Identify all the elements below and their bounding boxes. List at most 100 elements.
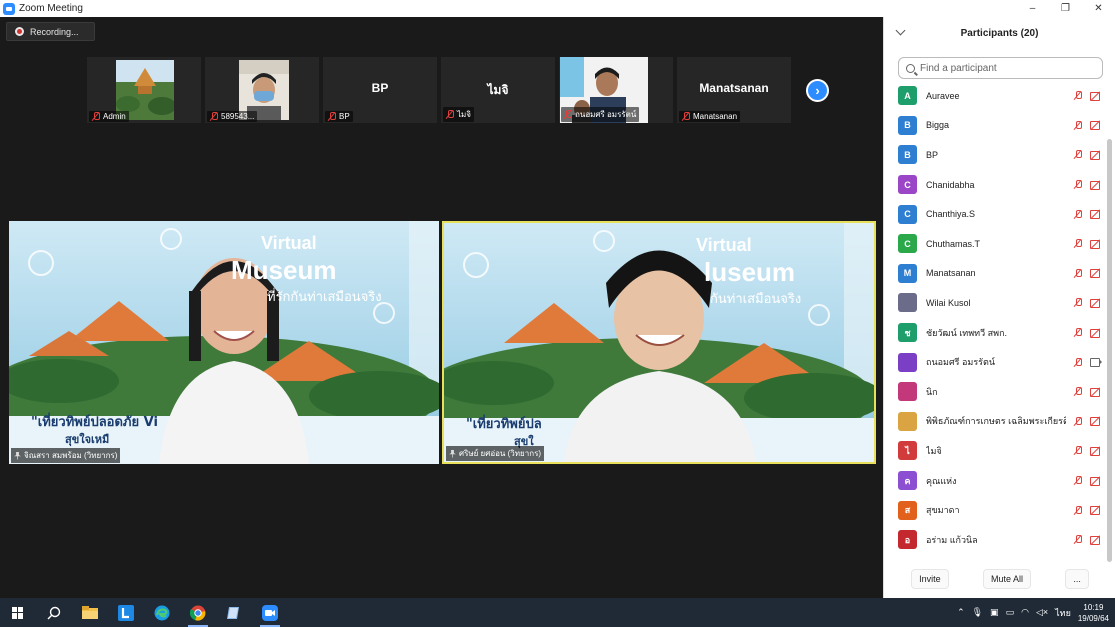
participant-search[interactable] [898,57,1103,79]
mic-muted-icon[interactable] [1074,416,1082,426]
camera-off-icon[interactable] [1090,506,1102,516]
chrome-icon[interactable] [180,598,216,627]
camera-icon[interactable] [1090,358,1102,368]
edge-icon[interactable] [144,598,180,627]
recording-indicator[interactable]: Recording... [6,22,95,41]
participant-row[interactable]: นิก [884,377,1106,407]
invite-button[interactable]: Invite [911,569,949,589]
clock[interactable]: 10:19 19/09/64 [1078,602,1109,624]
more-button[interactable]: ... [1065,569,1089,589]
search-input[interactable] [920,62,1090,74]
participant-row[interactable]: M Manatsanan [884,259,1106,289]
participant-tile[interactable]: ถนอมศรี อมรรัตน์ [559,57,673,123]
mic-muted-icon[interactable] [1074,505,1082,515]
participant-row[interactable]: ส สุขมาดา [884,495,1106,525]
participant-row[interactable]: ไ ไมจิ [884,436,1106,466]
participant-row[interactable]: C Chanthiya.S [884,199,1106,229]
camera-off-icon[interactable] [1090,269,1102,279]
bg-subtitle: luseum [704,257,795,287]
windows-taskbar: ⌃ 🎙 ▣ ▭ ◠ ◁× ไทย 10:19 19/09/64 [0,598,1115,627]
camera-off-icon[interactable] [1090,150,1102,160]
participant-display-name: ไมจิ [487,83,509,97]
speaker-video[interactable]: Virtual Museum ที่รักกันท่าเสมือนจริง "เ… [9,221,439,464]
l-app-icon[interactable] [108,598,144,627]
battery-icon[interactable]: ▭ [1006,607,1015,618]
mic-muted-icon[interactable] [1074,268,1082,278]
search-icon [906,63,915,73]
mic-muted-icon[interactable] [1074,328,1082,337]
mic-muted-icon[interactable] [1074,239,1082,248]
participant-row[interactable]: Wilai Kusol [884,288,1106,318]
chevron-up-icon[interactable]: ⌃ [957,607,965,618]
mic-muted-icon[interactable] [1074,476,1082,485]
camera-off-icon[interactable] [1090,417,1102,427]
camera-off-icon[interactable] [1090,91,1102,101]
file-explorer-icon[interactable] [72,598,108,627]
mic-muted-icon[interactable] [1074,150,1082,159]
notes-icon[interactable] [216,598,252,627]
camera-off-icon[interactable] [1090,328,1102,338]
participant-strip: Admin 589543... BP BP ไมจิ ไมจิ ถนอมศรี … [87,57,791,123]
camera-off-icon[interactable] [1090,121,1102,131]
start-icon[interactable] [0,598,36,627]
camera-off-icon[interactable] [1090,210,1102,220]
participant-row[interactable]: C Chuthamas.T [884,229,1106,259]
chevron-down-icon[interactable] [895,25,906,36]
camera-off-icon[interactable] [1090,476,1102,486]
participant-display-name: Manatsanan [699,81,769,95]
participant-row[interactable]: พิพิธภัณฑ์การเกษตร เฉลิมพระเกียรติฯ [884,407,1106,437]
participant-row[interactable]: B Bigga [884,111,1106,141]
participant-name: นิก [926,386,938,397]
participant-name-tag: Admin [89,111,129,122]
mic-muted-icon[interactable] [1074,387,1082,396]
minimize-button[interactable]: – [1016,0,1049,17]
participant-row[interactable]: ค คุณแห่ง [884,466,1106,496]
participant-row[interactable]: อ อร่าม แก้วนิล [884,525,1106,555]
participant-row[interactable]: B BP [884,140,1106,170]
camera-off-icon[interactable] [1090,298,1102,308]
microphone-icon[interactable]: 🎙 [972,607,983,618]
participant-name: อร่าม แก้วนิล [926,534,978,545]
participant-name: Admin [103,112,126,121]
participant-row[interactable]: C Chanidabha [884,170,1106,200]
participant-name: ไมจิ [457,110,471,119]
mic-muted-icon[interactable] [1074,446,1082,455]
mic-muted-icon[interactable] [1074,535,1082,544]
mic-muted-icon[interactable] [1074,209,1082,219]
mic-muted-icon [328,112,336,121]
participant-row[interactable]: ช ชัยวัฒน์ เทพทวี สพก. [884,318,1106,348]
participant-tile[interactable]: 589543... [205,57,319,123]
camera-off-icon[interactable] [1090,387,1102,397]
speaker-muted-icon[interactable]: ◁× [1036,607,1048,618]
participant-tile[interactable]: ไมจิ ไมจิ [441,57,555,123]
participant-name-tag: 589543... [207,111,258,122]
participant-tile[interactable]: Manatsanan Manatsanan [677,57,791,123]
mic-muted-icon[interactable] [1074,357,1082,367]
wifi-icon[interactable]: ◠ [1021,607,1029,618]
active-speaker-video[interactable]: Virtual luseum กันท่าเสมือนจริง "เที่ยวท… [442,221,876,464]
participant-row[interactable]: A Auravee [884,81,1106,111]
participant-name: ไมจิ [926,445,942,456]
zoom-icon[interactable] [252,598,288,627]
mic-muted-icon[interactable] [1074,180,1082,189]
network-icon[interactable]: ▣ [990,607,999,618]
mute-all-button[interactable]: Mute All [982,569,1031,589]
participant-tile[interactable]: BP BP [323,57,437,123]
chevron-right-icon[interactable]: › [806,79,829,102]
camera-off-icon[interactable] [1090,180,1102,190]
camera-off-icon[interactable] [1090,535,1102,545]
close-button[interactable]: ✕ [1082,0,1115,17]
participant-tile[interactable]: Admin [87,57,201,123]
avatar: อ [898,530,917,550]
mic-muted-icon[interactable] [1074,91,1082,100]
camera-off-icon[interactable] [1090,239,1102,249]
restore-button[interactable]: ❐ [1049,0,1082,17]
mic-muted-icon[interactable] [1074,298,1082,307]
camera-off-icon[interactable] [1090,446,1102,456]
participant-row[interactable]: ถนอมศรี อมรรัตน์ [884,347,1106,377]
search-icon[interactable] [36,598,72,627]
language-indicator[interactable]: ไทย [1055,606,1071,620]
scrollbar[interactable] [1107,139,1112,562]
mic-muted-icon[interactable] [1074,120,1082,130]
participant-name: Wilai Kusol [926,297,971,308]
